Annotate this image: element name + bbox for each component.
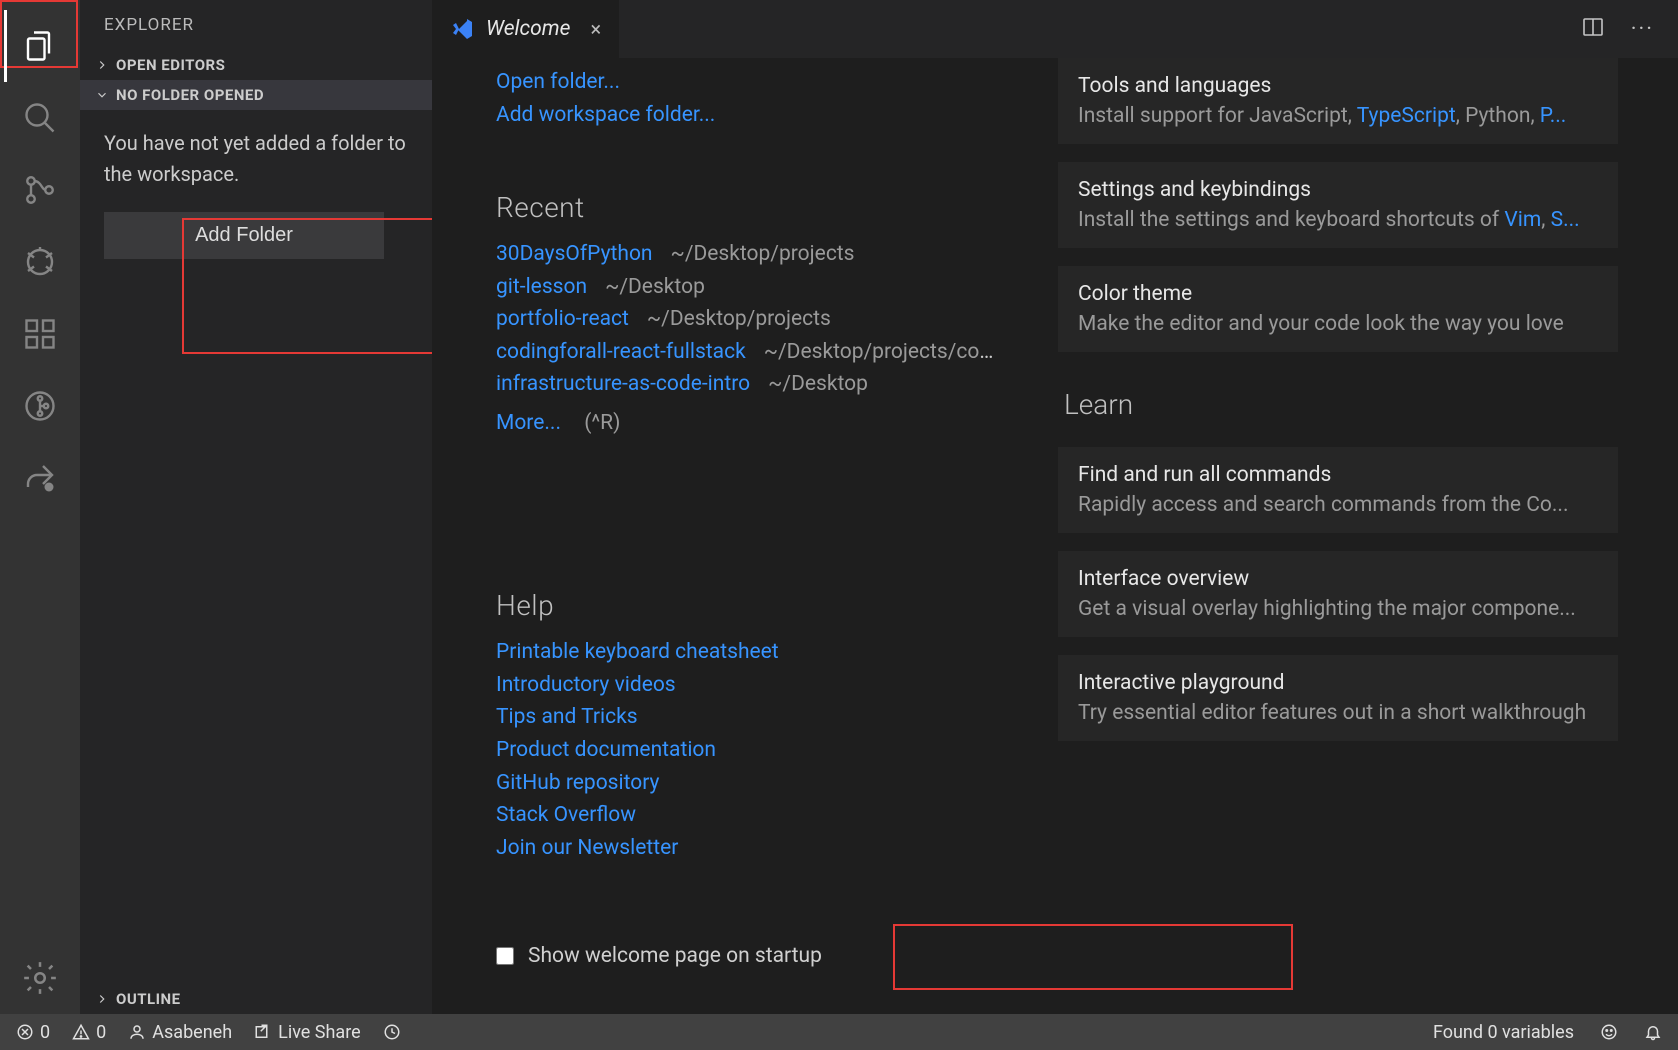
recent-item-name[interactable]: 30DaysOfPython bbox=[496, 242, 653, 266]
add-workspace-link[interactable]: Add workspace folder... bbox=[496, 103, 715, 127]
recent-item-name[interactable]: git-lesson bbox=[496, 275, 587, 299]
startup-checkbox-row[interactable]: Show welcome page on startup bbox=[496, 944, 998, 968]
variables-label: Found 0 variables bbox=[1433, 1022, 1574, 1043]
user-item[interactable]: Asabeneh bbox=[128, 1022, 232, 1043]
recent-item-path: ~/Desktop bbox=[605, 275, 705, 299]
live-share-label: Live Share bbox=[278, 1022, 361, 1043]
vscode-icon bbox=[450, 17, 474, 41]
card-desc: Install the settings and keyboard shortc… bbox=[1078, 208, 1598, 232]
explorer-sidebar: EXPLORER OPEN EDITORS NO FOLDER OPENED Y… bbox=[80, 0, 432, 1014]
card-desc: Install support for JavaScript, TypeScri… bbox=[1078, 104, 1598, 128]
errors-count: 0 bbox=[40, 1022, 50, 1043]
search-icon[interactable] bbox=[4, 82, 76, 154]
activity-bar bbox=[0, 0, 80, 1014]
card-title: Interface overview bbox=[1078, 567, 1598, 591]
open-editors-label: OPEN EDITORS bbox=[116, 56, 225, 74]
recent-heading: Recent bbox=[496, 191, 998, 224]
debug-icon[interactable] bbox=[4, 226, 76, 298]
open-editors-header[interactable]: OPEN EDITORS bbox=[80, 50, 432, 80]
feedback-icon[interactable] bbox=[1600, 1023, 1618, 1041]
theme-card[interactable]: Color theme Make the editor and your cod… bbox=[1058, 266, 1618, 352]
tab-actions: ··· bbox=[1581, 0, 1678, 58]
help-link[interactable]: Introductory videos bbox=[496, 673, 676, 697]
help-link[interactable]: GitHub repository bbox=[496, 771, 660, 795]
live-share-item[interactable]: Live Share bbox=[254, 1022, 361, 1043]
recent-item[interactable]: git-lesson ~/Desktop bbox=[496, 271, 998, 304]
split-editor-icon[interactable] bbox=[1581, 15, 1605, 43]
recent-item-path: ~/Desktop/projects/codin... bbox=[764, 340, 998, 364]
recent-item[interactable]: portfolio-react ~/Desktop/projects bbox=[496, 303, 998, 336]
welcome-body: Open folder... Add workspace folder... R… bbox=[432, 58, 1678, 1014]
source-control-icon[interactable] bbox=[4, 154, 76, 226]
sidebar-title: EXPLORER bbox=[80, 0, 432, 50]
recent-item[interactable]: 30DaysOfPython ~/Desktop/projects bbox=[496, 238, 998, 271]
interface-card[interactable]: Interface overview Get a visual overlay … bbox=[1058, 551, 1618, 637]
startup-checkbox[interactable] bbox=[496, 947, 514, 965]
outline-label: OUTLINE bbox=[116, 990, 181, 1008]
close-tab-icon[interactable]: × bbox=[582, 17, 601, 41]
recent-more-shortcut: (^R) bbox=[584, 411, 620, 435]
help-link[interactable]: Printable keyboard cheatsheet bbox=[496, 640, 779, 664]
recent-item-name[interactable]: portfolio-react bbox=[496, 307, 629, 331]
help-link[interactable]: Stack Overflow bbox=[496, 803, 636, 827]
help-link[interactable]: Product documentation bbox=[496, 738, 716, 762]
git-graph-icon[interactable] bbox=[4, 370, 76, 442]
help-link[interactable]: Join our Newsletter bbox=[496, 836, 678, 860]
recent-more-link[interactable]: More... bbox=[496, 411, 561, 435]
recent-item-path: ~/Desktop bbox=[768, 372, 868, 396]
card-title: Settings and keybindings bbox=[1078, 178, 1598, 202]
commands-card[interactable]: Find and run all commands Rapidly access… bbox=[1058, 447, 1618, 533]
welcome-tab[interactable]: Welcome × bbox=[432, 0, 619, 58]
recent-item-path: ~/Desktop/projects bbox=[647, 307, 831, 331]
card-title: Interactive playground bbox=[1078, 671, 1598, 695]
tools-card[interactable]: Tools and languages Install support for … bbox=[1058, 58, 1618, 144]
chevron-right-icon bbox=[94, 57, 110, 73]
status-bar: 0 0 Asabeneh Live Share Found 0 variable… bbox=[0, 1014, 1678, 1050]
extensions-icon[interactable] bbox=[4, 298, 76, 370]
chevron-right-icon bbox=[94, 991, 110, 1007]
card-desc: Make the editor and your code look the w… bbox=[1078, 312, 1598, 336]
no-folder-header[interactable]: NO FOLDER OPENED bbox=[80, 80, 432, 110]
errors-item[interactable]: 0 bbox=[16, 1022, 50, 1043]
card-desc: Get a visual overlay highlighting the ma… bbox=[1078, 597, 1598, 621]
learn-heading: Learn bbox=[1064, 388, 1618, 421]
warnings-count: 0 bbox=[96, 1022, 106, 1043]
settings-card[interactable]: Settings and keybindings Install the set… bbox=[1058, 162, 1618, 248]
recent-item[interactable]: infrastructure-as-code-intro ~/Desktop bbox=[496, 368, 998, 401]
card-desc: Try essential editor features out in a s… bbox=[1078, 701, 1598, 725]
open-folder-link[interactable]: Open folder... bbox=[496, 70, 620, 94]
tab-bar: Welcome × ··· bbox=[432, 0, 1678, 58]
no-folder-message: You have not yet added a folder to the w… bbox=[80, 110, 432, 212]
user-name: Asabeneh bbox=[152, 1022, 232, 1043]
tab-title: Welcome bbox=[486, 17, 570, 41]
explorer-icon[interactable] bbox=[4, 10, 76, 82]
startup-checkbox-label: Show welcome page on startup bbox=[528, 944, 822, 968]
warnings-item[interactable]: 0 bbox=[72, 1022, 106, 1043]
bell-icon[interactable] bbox=[1644, 1023, 1662, 1041]
help-heading: Help bbox=[496, 589, 998, 622]
recent-item-name[interactable]: infrastructure-as-code-intro bbox=[496, 372, 750, 396]
history-item[interactable] bbox=[383, 1023, 401, 1041]
card-title: Color theme bbox=[1078, 282, 1598, 306]
card-title: Tools and languages bbox=[1078, 74, 1598, 98]
no-folder-label: NO FOLDER OPENED bbox=[116, 86, 264, 104]
playground-card[interactable]: Interactive playground Try essential edi… bbox=[1058, 655, 1618, 741]
outline-header[interactable]: OUTLINE bbox=[80, 984, 432, 1014]
card-title: Find and run all commands bbox=[1078, 463, 1598, 487]
card-desc: Rapidly access and search commands from … bbox=[1078, 493, 1598, 517]
editor-area: Welcome × ··· Open folder... Add workspa… bbox=[432, 0, 1678, 1014]
help-link[interactable]: Tips and Tricks bbox=[496, 705, 638, 729]
more-actions-icon[interactable]: ··· bbox=[1631, 17, 1654, 42]
recent-item-name[interactable]: codingforall-react-fullstack bbox=[496, 340, 746, 364]
add-folder-button[interactable]: Add Folder bbox=[104, 212, 384, 259]
recent-item-path: ~/Desktop/projects bbox=[671, 242, 855, 266]
recent-item[interactable]: codingforall-react-fullstack ~/Desktop/pr… bbox=[496, 336, 998, 369]
settings-gear-icon[interactable] bbox=[4, 942, 76, 1014]
chevron-down-icon bbox=[94, 87, 110, 103]
variables-item[interactable]: Found 0 variables bbox=[1433, 1022, 1574, 1043]
live-share-icon[interactable] bbox=[4, 442, 76, 514]
